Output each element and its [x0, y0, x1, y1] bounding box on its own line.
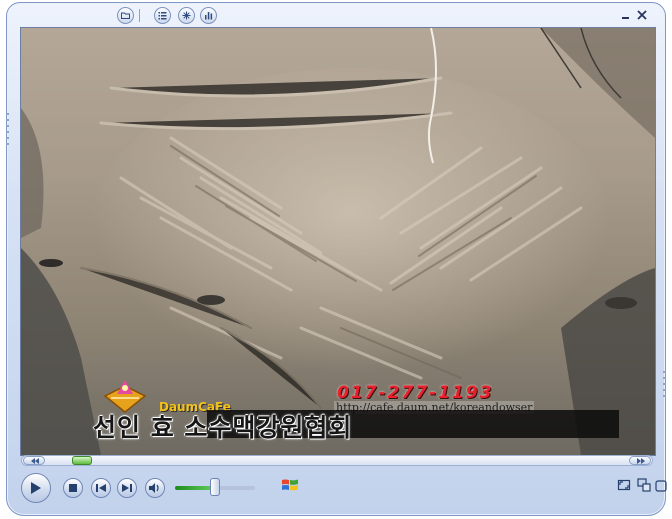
- resize-grip-left[interactable]: [5, 111, 11, 171]
- toolbar-separator: [139, 9, 140, 22]
- mute-button[interactable]: [145, 478, 165, 498]
- video-caption-title: 선인 효 소수맥강원협회: [93, 413, 353, 442]
- video-display[interactable]: DaumCaFe 017-277-1193 http://cafe.daum.n…: [20, 27, 656, 456]
- seek-thumb[interactable]: [72, 456, 92, 465]
- play-icon: [31, 482, 41, 494]
- fullscreen-icon: [617, 479, 631, 491]
- previous-button[interactable]: [91, 478, 111, 498]
- volume-track[interactable]: [175, 486, 215, 490]
- speaker-icon: [149, 483, 159, 493]
- next-icon: [122, 484, 132, 492]
- seek-forward-button[interactable]: [629, 456, 651, 465]
- list-icon: [158, 12, 167, 20]
- next-button[interactable]: [117, 478, 137, 498]
- rewind-arrow-icon: [31, 458, 39, 464]
- stop-icon: [69, 484, 77, 492]
- media-player-window: DaumCaFe 017-277-1193 http://cafe.daum.n…: [5, 2, 667, 516]
- visualization-button[interactable]: [178, 7, 195, 24]
- windows-logo-icon: [282, 479, 298, 491]
- seek-bar[interactable]: [21, 455, 653, 466]
- close-icon: [637, 10, 647, 20]
- playlist-button[interactable]: [154, 7, 171, 24]
- volume-slider-thumb[interactable]: [210, 478, 220, 496]
- snowflake-icon: [182, 11, 191, 20]
- play-button[interactable]: [21, 473, 51, 503]
- now-playing-button[interactable]: [117, 7, 134, 24]
- equalizer-button[interactable]: [200, 7, 217, 24]
- top-toolbar: [117, 7, 225, 25]
- transport-controls: [15, 469, 667, 509]
- resize-grip-right[interactable]: [661, 369, 667, 429]
- layout-button[interactable]: [655, 479, 671, 495]
- close-button[interactable]: [635, 7, 649, 21]
- fullscreen-button[interactable]: [616, 477, 632, 493]
- window-controls: [619, 7, 651, 23]
- switch-to-skin-button[interactable]: [636, 477, 652, 493]
- forward-arrow-icon: [637, 458, 645, 464]
- folder-icon: [121, 12, 130, 19]
- volume-track-remaining[interactable]: [215, 486, 255, 490]
- seek-back-button[interactable]: [23, 456, 45, 465]
- phone-number: 017-277-1193: [337, 383, 494, 403]
- minimize-button[interactable]: [619, 7, 633, 21]
- switch-skin-icon: [637, 478, 651, 492]
- minimize-icon: [622, 17, 629, 19]
- bars-icon: [205, 12, 213, 20]
- stop-button[interactable]: [63, 478, 83, 498]
- layout-icon: [655, 480, 667, 492]
- previous-icon: [96, 484, 106, 492]
